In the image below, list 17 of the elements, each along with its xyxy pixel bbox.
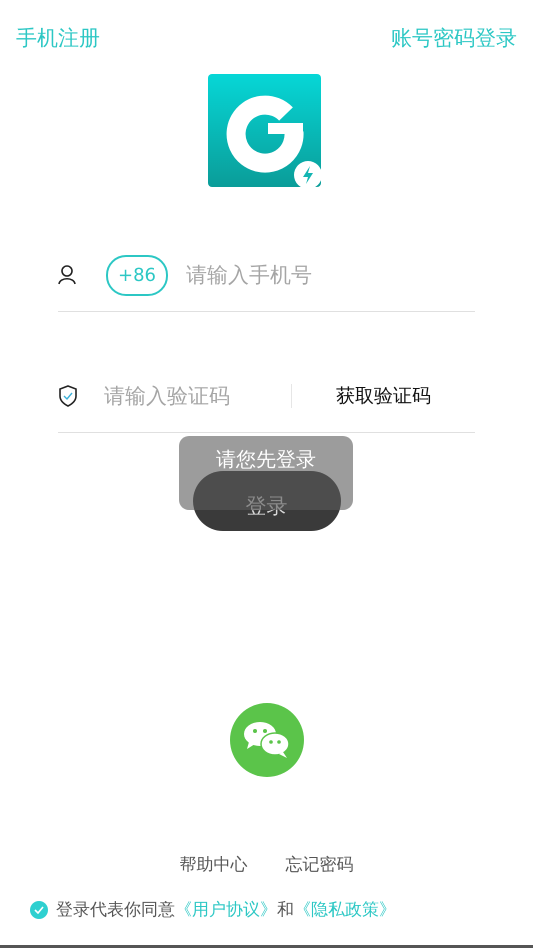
country-code[interactable]: +86 bbox=[106, 254, 168, 296]
agree-checkbox[interactable] bbox=[30, 900, 48, 918]
conjunction-text: 和 bbox=[277, 899, 294, 921]
register-link[interactable]: 手机注册 bbox=[16, 24, 100, 52]
user-icon bbox=[58, 265, 78, 285]
password-login-link[interactable]: 账号密码登录 bbox=[391, 24, 517, 52]
footer-link[interactable]: 忘记密码 bbox=[286, 853, 354, 876]
agreement-text: 登录代表你同意 bbox=[56, 899, 175, 921]
chat-bubbles-icon bbox=[242, 720, 290, 760]
phone-input[interactable]: 请输入手机号 bbox=[184, 262, 475, 288]
user-agreement-link[interactable]: 《用户协议》 bbox=[175, 898, 277, 921]
privacy-policy-link[interactable]: 《隐私政策》 bbox=[294, 898, 396, 921]
get-code-button[interactable]: 获取验证码 bbox=[300, 383, 475, 409]
code-input[interactable]: 请输入验证码 bbox=[102, 383, 283, 409]
footer-link[interactable]: 帮助中心 bbox=[180, 853, 248, 876]
check-icon bbox=[34, 906, 44, 914]
shield-icon bbox=[58, 385, 78, 407]
